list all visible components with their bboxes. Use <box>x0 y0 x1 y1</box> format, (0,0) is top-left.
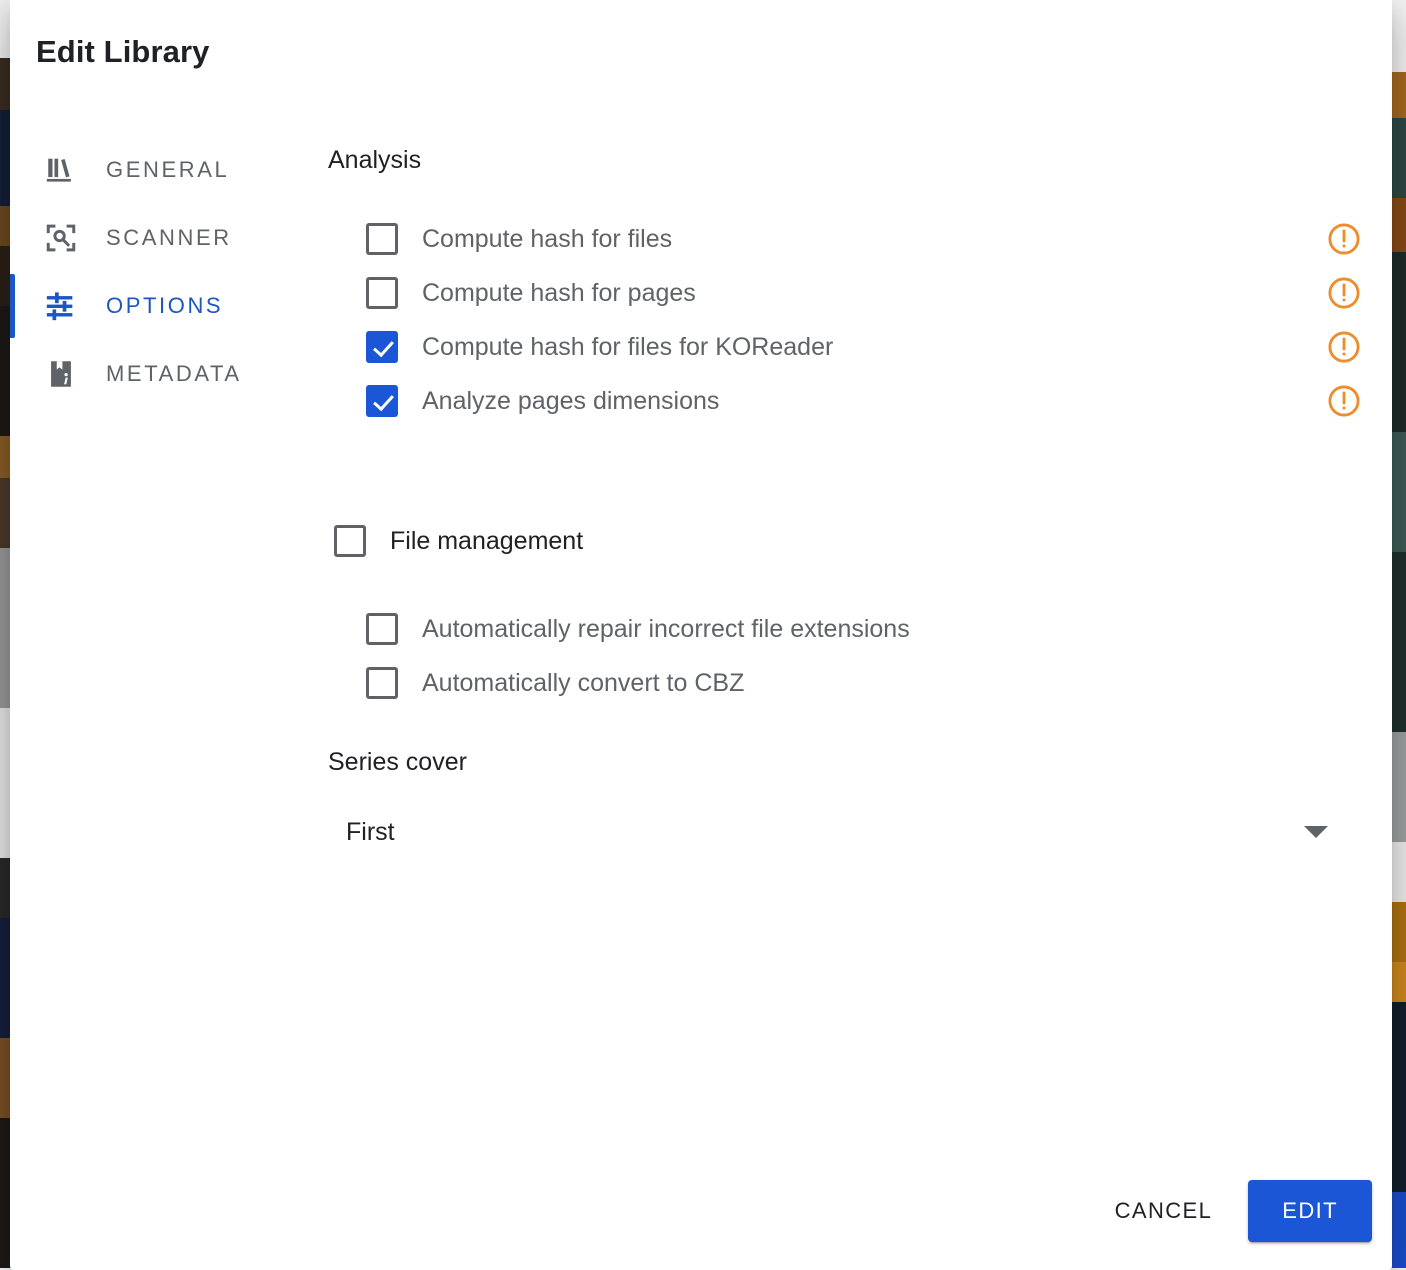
edit-button[interactable]: EDIT <box>1248 1180 1372 1242</box>
sidebar-item-metadata[interactable]: METADATA <box>10 340 310 408</box>
checkbox-row-compute-hash-files[interactable]: Compute hash for files <box>318 212 1362 266</box>
checkbox-label-convert-cbz: Automatically convert to CBZ <box>422 669 744 698</box>
analysis-heading: Analysis <box>328 142 1362 178</box>
warning-icon[interactable] <box>1326 383 1362 419</box>
checkbox-row-convert-cbz[interactable]: Automatically convert to CBZ <box>318 656 1362 710</box>
checkbox-analyze-pages-dimensions[interactable] <box>366 385 398 417</box>
book-info-icon <box>44 357 78 391</box>
checkbox-convert-cbz[interactable] <box>366 667 398 699</box>
options-panel: Analysis Compute hash for files Compute … <box>318 142 1362 856</box>
sidebar-item-label-general: GENERAL <box>106 157 229 183</box>
checkbox-label-compute-hash-koreader: Compute hash for files for KOReader <box>422 333 833 362</box>
sidebar-item-scanner[interactable]: SCANNER <box>10 204 310 272</box>
sidebar-item-label-scanner: SCANNER <box>106 225 232 251</box>
checkbox-compute-hash-pages[interactable] <box>366 277 398 309</box>
library-books-icon <box>44 153 78 187</box>
settings-tab-list: GENERAL SCANNER <box>10 136 310 408</box>
edit-library-dialog: Edit Library GENERAL <box>10 0 1392 1270</box>
checkbox-compute-hash-koreader[interactable] <box>366 331 398 363</box>
checkbox-repair-extensions[interactable] <box>366 613 398 645</box>
dialog-title: Edit Library <box>36 34 209 70</box>
checkbox-compute-hash-files[interactable] <box>366 223 398 255</box>
backdrop-right-strip <box>1390 0 1406 1268</box>
checkbox-label-file-management: File management <box>390 527 583 556</box>
checkbox-file-management[interactable] <box>334 525 366 557</box>
dialog-actions: CANCEL EDIT <box>1095 1180 1372 1242</box>
checkbox-label-repair-extensions: Automatically repair incorrect file exte… <box>422 615 910 644</box>
sidebar-item-general[interactable]: GENERAL <box>10 136 310 204</box>
series-cover-select[interactable]: First <box>346 808 1362 856</box>
warning-icon[interactable] <box>1326 221 1362 257</box>
document-scanner-icon <box>44 221 78 255</box>
warning-icon[interactable] <box>1326 329 1362 365</box>
warning-slot <box>1304 329 1362 365</box>
warning-slot <box>1304 275 1362 311</box>
tune-sliders-icon <box>44 289 78 323</box>
sidebar-item-options[interactable]: OPTIONS <box>10 272 310 340</box>
series-cover-label: Series cover <box>328 744 1362 780</box>
checkbox-row-compute-hash-koreader[interactable]: Compute hash for files for KOReader <box>318 320 1362 374</box>
checkbox-row-analyze-pages-dimensions[interactable]: Analyze pages dimensions <box>318 374 1362 428</box>
sidebar-item-label-metadata: METADATA <box>106 361 242 387</box>
series-cover-value: First <box>346 818 395 847</box>
warning-slot <box>1304 383 1362 419</box>
active-tab-indicator <box>10 274 15 338</box>
warning-slot <box>1304 221 1362 257</box>
checkbox-row-file-management[interactable]: File management <box>318 514 1362 568</box>
checkbox-label-compute-hash-pages: Compute hash for pages <box>422 279 696 308</box>
cancel-button[interactable]: CANCEL <box>1095 1184 1233 1238</box>
sidebar-item-label-options: OPTIONS <box>106 293 223 319</box>
checkbox-row-compute-hash-pages[interactable]: Compute hash for pages <box>318 266 1362 320</box>
checkbox-label-compute-hash-files: Compute hash for files <box>422 225 672 254</box>
checkbox-row-repair-extensions[interactable]: Automatically repair incorrect file exte… <box>318 602 1362 656</box>
chevron-down-icon[interactable] <box>1304 826 1328 838</box>
warning-icon[interactable] <box>1326 275 1362 311</box>
checkbox-label-analyze-pages-dimensions: Analyze pages dimensions <box>422 387 719 416</box>
